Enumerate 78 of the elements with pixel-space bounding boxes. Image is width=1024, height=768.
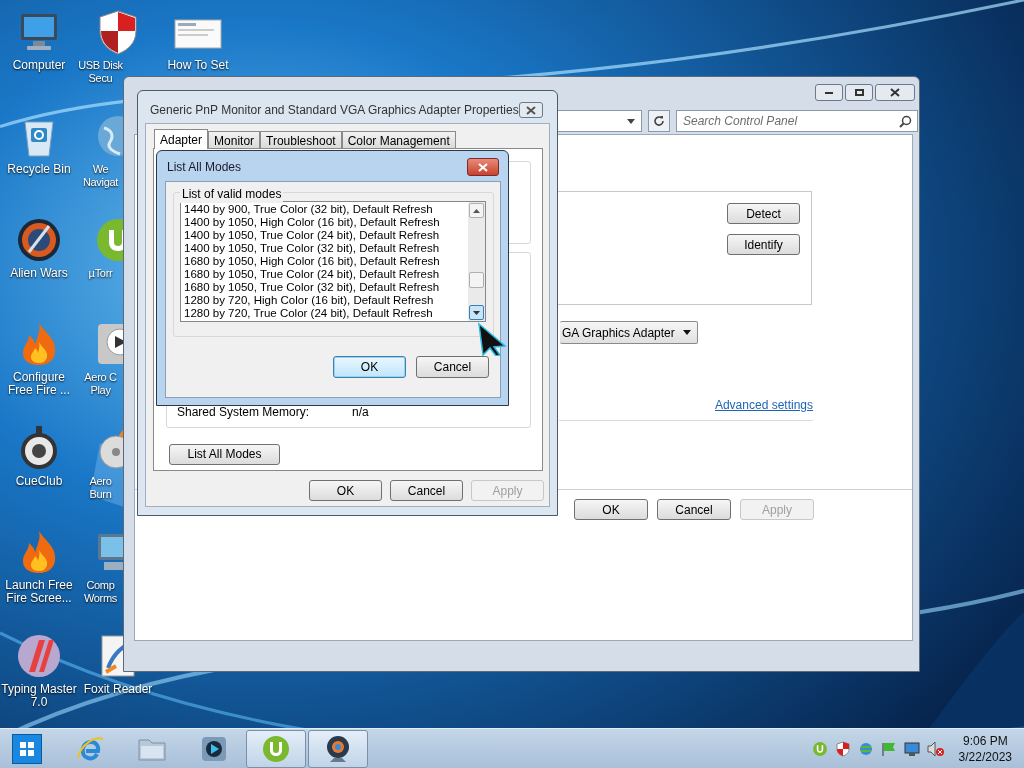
scroll-thumb[interactable] xyxy=(469,272,484,288)
close-button[interactable] xyxy=(467,158,499,176)
start-button[interactable] xyxy=(12,733,42,764)
desktop-icon-label[interactable]: Computer xyxy=(12,59,66,72)
desktop-icon-label[interactable]: USB Disk Secu xyxy=(78,59,123,85)
monitor-icon xyxy=(903,740,920,757)
dialog-button[interactable]: OK xyxy=(333,356,406,378)
scroll-up-button[interactable] xyxy=(469,203,484,218)
refresh-icon xyxy=(653,115,665,127)
close-button[interactable] xyxy=(518,102,543,118)
tab[interactable]: Troubleshoot xyxy=(260,131,342,148)
dialog-button[interactable]: Cancel xyxy=(416,356,489,378)
mode-item[interactable]: 1400 by 1050, True Color (24 bit), Default Refresh xyxy=(184,229,468,242)
desktop-icon-label[interactable]: Recycle Bin xyxy=(7,163,71,176)
tab[interactable]: Adapter xyxy=(154,129,209,149)
taskbar-button[interactable] xyxy=(308,729,368,768)
desktop-icon-label[interactable]: Comp Worms xyxy=(83,579,118,605)
desktop-icon-label[interactable]: Foxit Reader xyxy=(83,683,153,696)
globe-icon xyxy=(857,740,874,757)
mode-item[interactable]: 1680 by 1050, True Color (24 bit), Default Refresh xyxy=(184,268,468,281)
caret-icon xyxy=(627,118,635,124)
advanced-settings-link[interactable]: Advanced settings xyxy=(714,396,813,414)
minimize-button[interactable] xyxy=(815,84,843,101)
desktop-icon-label[interactable]: Launch Free Fire Scree... xyxy=(5,579,73,605)
clock-date[interactable]: 3/22/2023 xyxy=(958,748,1012,765)
round-game-icon xyxy=(15,216,63,264)
desktop-icon-label[interactable]: Configure Free Fire ... xyxy=(8,371,70,397)
tab[interactable]: Color Management xyxy=(341,131,456,148)
mode-item[interactable]: 1680 by 1050, High Color (16 bit), Default Refresh xyxy=(184,255,468,268)
field-label: Shared System Memory: xyxy=(177,404,311,421)
search-field[interactable]: Search Control Panel xyxy=(676,110,918,132)
desktop-icon-label[interactable]: Alien Wars xyxy=(10,267,68,280)
list-all-modes-button[interactable]: List All Modes xyxy=(169,443,280,465)
desktop-icon-label[interactable]: Typing Master 7.0 xyxy=(1,683,77,709)
refresh-button[interactable] xyxy=(648,110,670,132)
dialog-button[interactable]: OK xyxy=(309,480,382,501)
close-button[interactable] xyxy=(875,84,915,101)
dialog-button[interactable]: Cancel xyxy=(390,480,463,501)
search-icon xyxy=(899,114,912,128)
dialog-button[interactable]: Cancel xyxy=(657,499,731,520)
muted-speaker-icon xyxy=(926,740,945,757)
utorrent-icon xyxy=(811,740,828,757)
cursor-icon xyxy=(477,322,507,356)
scroll-down-button[interactable] xyxy=(469,305,484,320)
close-icon xyxy=(890,88,900,97)
windows-logo-icon xyxy=(20,741,34,756)
circle-stripes-icon xyxy=(15,632,63,680)
field-value: n/a xyxy=(352,404,369,421)
desktop-icon-label[interactable]: CueClub xyxy=(15,475,63,488)
maximize-button[interactable] xyxy=(845,84,873,101)
shield-icon xyxy=(834,740,851,757)
close-icon xyxy=(525,105,536,115)
mode-item[interactable]: 1280 by 720, High Color (16 bit), Default Refresh xyxy=(184,294,468,307)
caret-icon xyxy=(473,310,480,315)
mode-item[interactable]: 1400 by 1050, True Color (32 bit), Default Refresh xyxy=(184,242,468,255)
close-icon xyxy=(478,162,488,172)
side-button[interactable]: Detect xyxy=(727,203,800,224)
dialog-button[interactable]: OK xyxy=(574,499,648,520)
utorrent-icon xyxy=(261,733,291,764)
window-title: List All Modes xyxy=(167,159,242,176)
side-button[interactable]: Identify xyxy=(727,234,800,255)
mode-item[interactable]: 1440 by 900, True Color (32 bit), Default Refresh xyxy=(184,203,468,216)
mode-item[interactable]: 1680 by 1050, True Color (32 bit), Default Refresh xyxy=(184,281,468,294)
adapter-dropdown[interactable]: GA Graphics Adapter xyxy=(560,321,698,344)
webcam-icon xyxy=(324,733,352,764)
scrollbar[interactable] xyxy=(468,202,485,321)
play-button-icon xyxy=(200,734,228,763)
caret-icon xyxy=(473,208,480,213)
window-title: Generic PnP Monitor and Standard VGA Graphics Adapter Properties xyxy=(150,102,519,119)
mode-item[interactable]: 1400 by 1050, High Color (16 bit), Default Refresh xyxy=(184,216,468,229)
tab[interactable]: Monitor xyxy=(208,131,261,148)
clock-time[interactable]: 9:06 PM xyxy=(962,732,1008,749)
modes-list[interactable] xyxy=(180,201,486,322)
desktop-icon-label[interactable]: How To Set xyxy=(167,59,229,72)
flag-icon xyxy=(880,740,897,757)
desktop-icon-label[interactable]: Aero C Play xyxy=(84,371,117,397)
caret-icon xyxy=(682,330,691,335)
mode-item[interactable]: 1280 by 720, True Color (24 bit), Default Refresh xyxy=(184,307,468,320)
